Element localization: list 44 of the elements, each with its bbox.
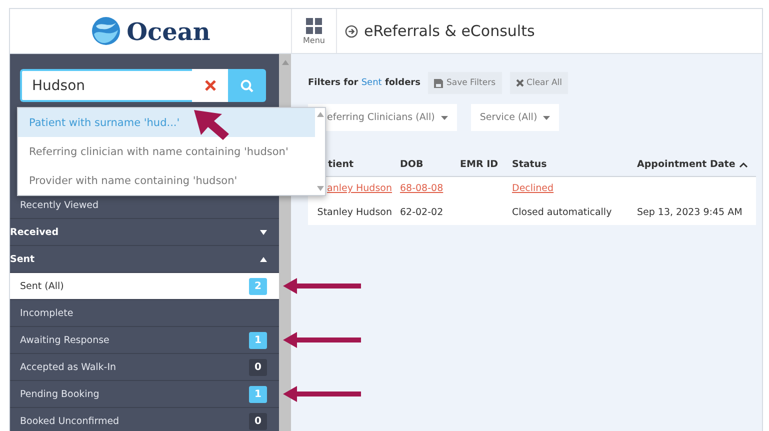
table-cell-text: Closed automatically <box>511 206 613 220</box>
save-filters-button[interactable]: Save Filters <box>428 72 502 94</box>
count-badge: 1 <box>249 386 267 402</box>
close-icon <box>204 80 216 91</box>
clear-all-button[interactable]: Clear All <box>510 72 568 94</box>
filters-heading: Filters for Sent folders <box>308 78 420 88</box>
search-field[interactable]: Hudson <box>20 69 192 102</box>
save-icon <box>434 78 444 88</box>
table-cell-text: 62-02-02 <box>399 206 444 220</box>
count-badge: 0 <box>249 358 267 376</box>
count-badge: 0 <box>249 412 267 430</box>
logo-icon <box>90 16 121 46</box>
page-title: eReferrals & eConsults <box>364 22 535 40</box>
pointer-arrow <box>194 110 230 140</box>
column-header[interactable]: EMR ID <box>456 153 508 176</box>
table-cell-text: anley Hudson <box>326 182 393 196</box>
clear-button[interactable] <box>192 69 228 102</box>
count-badge: 1 <box>249 332 267 348</box>
close-icon <box>516 79 524 87</box>
column-header[interactable]: Appointment Date <box>633 153 756 176</box>
column-header[interactable]: DOB <box>396 153 456 176</box>
table-cell-text: 68-08-08 <box>399 182 444 196</box>
suggestion-item[interactable]: Provider with name containing 'hudson' <box>18 166 315 195</box>
scroll-up-icon[interactable] <box>316 112 324 117</box>
column-header[interactable]: Status <box>508 153 633 176</box>
arrow-circle-icon <box>345 24 358 38</box>
grid-icon <box>306 18 322 34</box>
menu-button[interactable]: Menu <box>291 9 337 53</box>
sidebar-item[interactable]: Sent (All) 2 <box>10 273 279 300</box>
filter-dropdown[interactable]: Service (All) <box>470 104 560 131</box>
search-icon <box>240 78 254 92</box>
scroll-down-icon[interactable] <box>316 186 324 191</box>
table-cell-text: Sep 13, 2023 9:45 AM <box>636 206 744 220</box>
collapse-caret-icon[interactable] <box>260 256 267 262</box>
table-cell-text: Stanley Hudson <box>316 206 393 220</box>
table-cell-text: Declined <box>511 182 555 196</box>
table-row[interactable]: anley Hudson 68-08-08 Declined <box>308 177 756 201</box>
table-row[interactable]: Stanley Hudson 62-02-02 Closed automatically Sep 13, 2023 9:45 AM <box>308 201 756 225</box>
caret-icon <box>543 116 550 120</box>
sort-caret-icon[interactable] <box>739 162 748 168</box>
caret-icon <box>440 116 448 120</box>
expand-caret-icon[interactable] <box>260 230 267 234</box>
brand-name: Ocean <box>126 16 210 46</box>
count-badge: 2 <box>249 278 267 294</box>
